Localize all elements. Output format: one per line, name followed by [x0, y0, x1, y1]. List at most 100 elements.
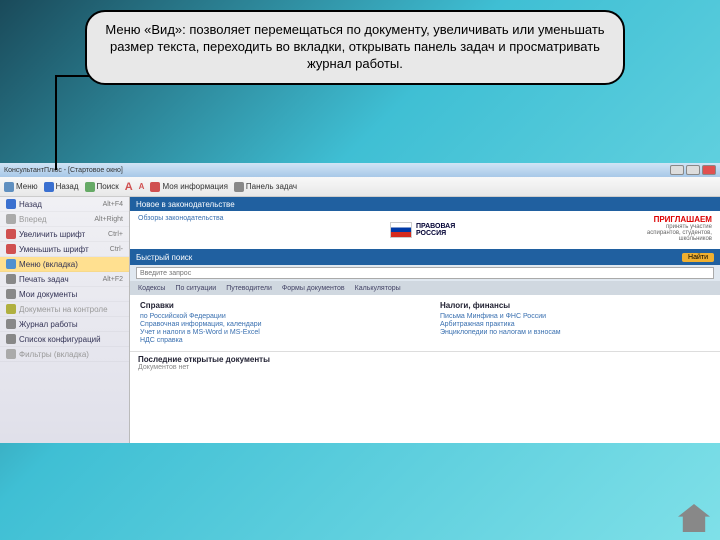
callout-box: Меню «Вид»: позволяет перемещаться по до… — [85, 10, 625, 85]
menu-item-icon — [6, 319, 16, 329]
menu-item[interactable]: Журнал работы — [0, 317, 129, 332]
header-sub[interactable]: Обзоры законодательства — [138, 215, 224, 245]
titlebar-text: КонсультантПлюс - [Стартовое окно] — [4, 167, 123, 174]
menu-item-label: Меню (вкладка) — [19, 260, 78, 269]
window-buttons — [670, 165, 716, 175]
toolbar-item-tasks[interactable]: Панель задач — [234, 182, 297, 192]
promo-block: ПРИГЛАШАЕМ принять участие аспирантов, с… — [647, 215, 712, 245]
logo-russia: ПРАВОВАЯ РОССИЯ — [390, 215, 480, 245]
menu-item[interactable]: Уменьшить шрифт Ctrl- — [0, 242, 129, 257]
menu-item-icon — [6, 304, 16, 314]
app-window: КонсультантПлюс - [Стартовое окно] Меню … — [0, 163, 720, 443]
menu-item-icon — [6, 199, 16, 209]
menu-item-label: Журнал работы — [19, 320, 78, 329]
search-row — [130, 265, 720, 281]
menu-item-label: Печать задач — [19, 275, 69, 284]
content-header: Новое в законодательстве — [130, 197, 720, 211]
menu-item-label: Вперед — [19, 215, 47, 224]
tab-situation[interactable]: По ситуации — [175, 285, 216, 292]
panel-icon — [234, 182, 244, 192]
back-icon — [44, 182, 54, 192]
menu-item[interactable]: Печать задач Alt+F2 — [0, 272, 129, 287]
main-area: Назад Alt+F4 Вперед Alt+Right Увеличить шриф… — [0, 197, 720, 443]
menu-item-label: Назад — [19, 200, 42, 209]
col-link[interactable]: по Российской Федерации — [140, 313, 410, 320]
menu-item-icon — [6, 244, 16, 254]
view-menu: Назад Alt+F4 Вперед Alt+Right Увеличить шриф… — [0, 197, 130, 443]
col-link[interactable]: НДС справка — [140, 337, 410, 344]
search-tabs: Кодексы По ситуации Путеводители Формы д… — [130, 281, 720, 295]
menu-item: Вперед Alt+Right — [0, 212, 129, 227]
menu-item-label: Увеличить шрифт — [19, 230, 85, 239]
recent-title: Последние открытые документы — [138, 355, 712, 364]
menu-item[interactable]: Увеличить шрифт Ctrl+ — [0, 227, 129, 242]
col-link[interactable]: Энциклопедии по налогам и взносам — [440, 329, 710, 336]
find-button[interactable]: Найти — [682, 253, 714, 262]
heart-icon — [150, 182, 160, 192]
close-button[interactable] — [702, 165, 716, 175]
recent-docs: Последние открытые документы Документов … — [130, 351, 720, 374]
col-title: Справки — [140, 301, 410, 310]
menu-item-icon — [6, 289, 16, 299]
menu-item[interactable]: Меню (вкладка) — [0, 257, 129, 272]
tab-calc[interactable]: Калькуляторы — [355, 285, 401, 292]
menu-item-icon — [6, 274, 16, 284]
callout-pointer-v — [55, 75, 57, 170]
menu-item-label: Фильтры (вкладка) — [19, 350, 89, 359]
recent-none: Документов нет — [138, 364, 712, 371]
promo-line: школьников — [647, 236, 712, 242]
menu-item: Фильтры (вкладка) — [0, 347, 129, 362]
column-left: Справки по Российской Федерации Справочн… — [140, 301, 410, 345]
menu-item-shortcut: Alt+Right — [94, 216, 123, 223]
toolbar: Меню Назад Поиск A A Моя информация Пане… — [0, 177, 720, 197]
flag-icon — [390, 222, 412, 238]
menu-item-icon — [6, 334, 16, 344]
menu-icon — [4, 182, 14, 192]
menu-item: Документы на контроле — [0, 302, 129, 317]
menu-item-shortcut: Alt+F4 — [103, 201, 123, 208]
tab-forms[interactable]: Формы документов — [282, 285, 345, 292]
menu-item-label: Уменьшить шрифт — [19, 245, 89, 254]
menu-item-shortcut: Alt+F2 — [103, 276, 123, 283]
menu-item-icon — [6, 229, 16, 239]
promo-title: ПРИГЛАШАЕМ — [647, 215, 712, 224]
menu-item-icon — [6, 259, 16, 269]
toolbar-item-menu[interactable]: Меню — [4, 182, 38, 192]
content-pane: Новое в законодательстве Обзоры законода… — [130, 197, 720, 443]
callout-text: Меню «Вид»: позволяет перемещаться по до… — [105, 22, 604, 71]
col-link[interactable]: Справочная информация, календари — [140, 321, 410, 328]
max-button[interactable] — [686, 165, 700, 175]
banner-row: Обзоры законодательства ПРАВОВАЯ РОССИЯ … — [130, 211, 720, 249]
search-bar: Быстрый поиск Найти — [130, 249, 720, 265]
menu-item-shortcut: Ctrl- — [110, 246, 123, 253]
toolbar-item-back[interactable]: Назад — [44, 182, 79, 192]
min-button[interactable] — [670, 165, 684, 175]
tab-guides[interactable]: Путеводители — [226, 285, 272, 292]
callout-pointer-h — [55, 75, 90, 77]
col-link[interactable]: Письма Минфина и ФНС России — [440, 313, 710, 320]
col-link[interactable]: Учет и налоги в MS-Word и MS-Excel — [140, 329, 410, 336]
menu-item-icon — [6, 349, 16, 359]
search-icon — [85, 182, 95, 192]
menu-item[interactable]: Назад Alt+F4 — [0, 197, 129, 212]
col-link[interactable]: Арбитражная практика — [440, 321, 710, 328]
search-title: Быстрый поиск — [136, 253, 192, 262]
toolbar-item-search[interactable]: Поиск — [85, 182, 119, 192]
menu-item-label: Документы на контроле — [19, 305, 108, 314]
tab-codes[interactable]: Кодексы — [138, 285, 165, 292]
toolbar-font-dec[interactable]: A — [139, 182, 145, 191]
menu-item-icon — [6, 214, 16, 224]
toolbar-item-info[interactable]: Моя информация — [150, 182, 227, 192]
menu-item-label: Мои документы — [19, 290, 77, 299]
toolbar-font-inc[interactable]: A — [125, 181, 133, 193]
search-input[interactable] — [136, 267, 714, 279]
column-right: Налоги, финансы Письма Минфина и ФНС Рос… — [440, 301, 710, 345]
titlebar: КонсультантПлюс - [Стартовое окно] — [0, 163, 720, 177]
col-title: Налоги, финансы — [440, 301, 710, 310]
menu-item-label: Список конфигураций — [19, 335, 101, 344]
content-columns: Справки по Российской Федерации Справочн… — [130, 295, 720, 351]
menu-item[interactable]: Список конфигураций — [0, 332, 129, 347]
home-button[interactable] — [678, 504, 710, 532]
menu-item-shortcut: Ctrl+ — [108, 231, 123, 238]
menu-item[interactable]: Мои документы — [0, 287, 129, 302]
